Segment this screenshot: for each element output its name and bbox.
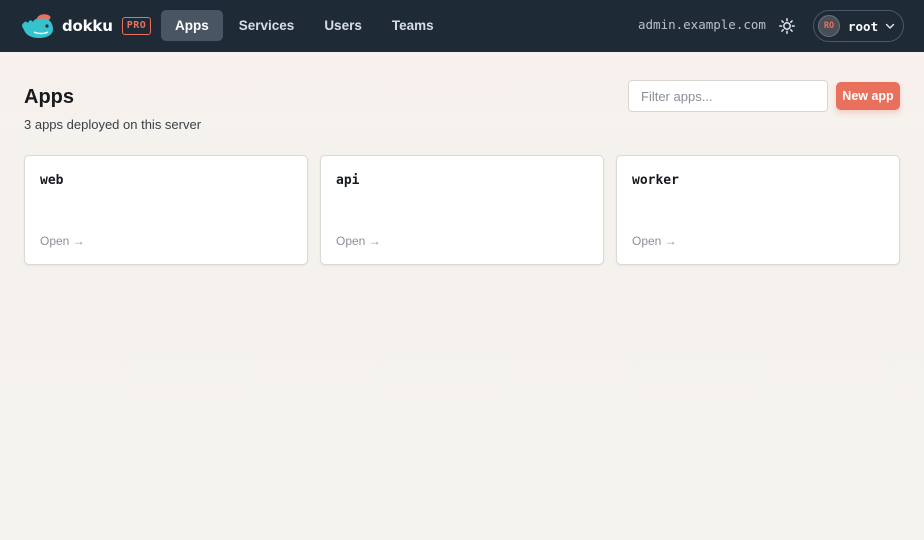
nav-tab-services[interactable]: Services [225, 10, 309, 41]
brand[interactable]: dokku PRO [20, 13, 152, 39]
page-title: Apps [24, 86, 74, 108]
main-nav: Apps Services Users Teams [161, 10, 450, 41]
user-name: root [848, 18, 879, 34]
app-card-web[interactable]: web Open → [24, 155, 308, 265]
app-name: api [336, 173, 360, 188]
nav-tab-teams[interactable]: Teams [378, 10, 448, 41]
server-hostname: admin.example.com [638, 17, 766, 32]
app-card-worker[interactable]: worker Open → [616, 155, 900, 265]
user-menu-button[interactable]: RO root [813, 10, 904, 42]
nav-tab-users[interactable]: Users [310, 10, 376, 41]
sun-icon [779, 18, 795, 34]
pro-badge: PRO [121, 17, 152, 35]
app-name: web [40, 173, 64, 188]
page-subtitle: 3 apps deployed on this server [24, 117, 202, 132]
theme-toggle-button[interactable] [776, 15, 798, 37]
brand-name: dokku [62, 17, 113, 35]
chevron-down-icon [885, 23, 895, 29]
open-app-link[interactable]: Open → [632, 234, 677, 248]
top-navigation-bar: dokku PRO Apps Services Users Teams admi… [0, 0, 924, 52]
app-card-api[interactable]: api Open → [320, 155, 604, 265]
open-app-link[interactable]: Open → [336, 234, 381, 248]
app-name: worker [632, 173, 679, 188]
filter-apps-input[interactable] [628, 80, 828, 112]
avatar: RO [818, 15, 840, 37]
whale-icon [22, 14, 53, 38]
open-app-link[interactable]: Open → [40, 234, 85, 248]
new-app-button[interactable]: New app [836, 82, 900, 110]
nav-tab-apps[interactable]: Apps [161, 10, 223, 41]
